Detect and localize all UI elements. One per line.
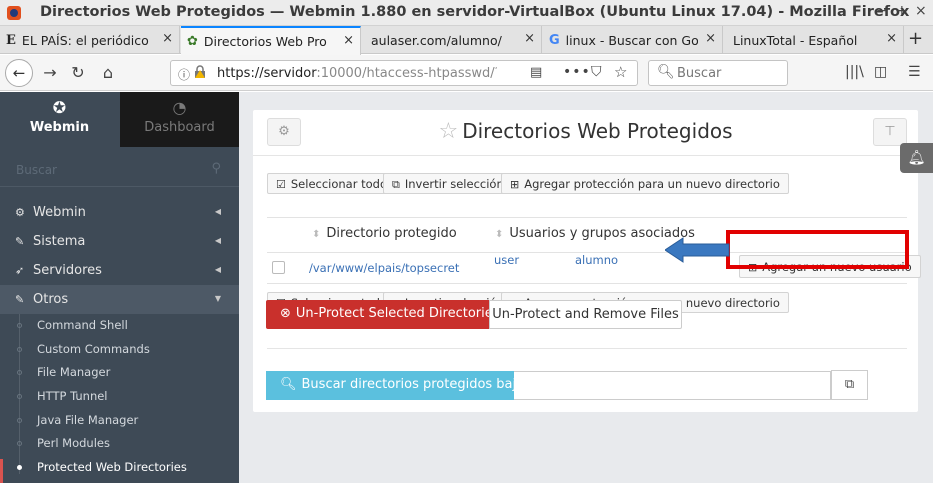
tab-close-icon[interactable]: × (705, 31, 716, 46)
new-tab-button[interactable]: + (908, 28, 923, 49)
sidebar-item-java-file-manager[interactable]: Java File Manager (0, 409, 239, 433)
sort-icon: ⬍ (312, 229, 321, 240)
user-link[interactable]: user (494, 253, 519, 267)
sidebar-submenu: Command Shell Custom Commands File Manag… (0, 314, 239, 480)
reload-button[interactable]: ↻ (66, 61, 90, 85)
tab-close-icon[interactable]: × (162, 31, 173, 46)
tab-label: Directorios Web Pro (203, 34, 327, 49)
sidebar-tab-webmin[interactable]: ✪ Webmin (0, 92, 119, 147)
webmin-favicon-icon: ✿ (187, 34, 198, 49)
gear-icon: ⚙ (15, 206, 25, 219)
search-icon: ⚲ (211, 161, 221, 176)
external-link-icon: ⧉ (392, 178, 400, 191)
navigation-bar: ← → ↻ ⌂ ⓘ https://servidor:10000/htacces… (0, 55, 933, 91)
tab-label: aulaser.com/alumno/ (371, 32, 502, 48)
caret-left-icon: ◀ (214, 207, 221, 216)
minimize-button[interactable]: − (876, 3, 888, 19)
insecure-lock-icon[interactable] (194, 65, 206, 79)
browser-tab-linuxtotal[interactable]: LinuxTotal - Español × (724, 26, 904, 54)
rocket-icon: ➶ (15, 264, 25, 277)
elpais-favicon-icon: E (6, 32, 16, 48)
row-checkbox[interactable] (272, 261, 285, 274)
hamburger-menu-icon[interactable]: ☰ (908, 64, 921, 80)
tab-close-icon[interactable]: × (886, 31, 897, 46)
sidebar-category-otros[interactable]: ✎ Otros ▼ (0, 285, 239, 314)
bell-icon[interactable]: 🔔︎ (900, 143, 933, 173)
directory-link[interactable]: /var/www/elpais/topsecret (309, 261, 459, 275)
tab-label: LinuxTotal - Español (733, 32, 858, 48)
annotation-highlight-box (726, 230, 909, 269)
find-directories-input[interactable] (514, 371, 831, 400)
page-actions-icon[interactable]: ••• (563, 64, 591, 80)
search-input[interactable]: 🔍︎ Buscar (648, 60, 788, 86)
sidebar-item-file-manager[interactable]: File Manager (0, 361, 239, 385)
window-title: Directorios Web Protegidos — Webmin 1.88… (40, 4, 910, 20)
tab-close-icon[interactable]: × (343, 33, 354, 48)
sidebar-item-protected-web-directories[interactable]: Protected Web Directories (0, 456, 239, 480)
sidebar-search-input[interactable]: Buscar ⚲ (0, 153, 239, 187)
webmin-logo-icon: ✪ (52, 98, 67, 117)
dashboard-gauge-icon: ◔ (172, 98, 187, 117)
check-square-icon: ☑ (276, 178, 286, 191)
site-info-icon[interactable]: ⓘ (178, 66, 190, 83)
sidebar-category-webmin[interactable]: ⚙ Webmin ◀ (0, 198, 239, 227)
library-icon[interactable]: |||\ (845, 64, 864, 80)
search-icon: 🔍︎ (280, 377, 297, 392)
select-all-button[interactable]: ☑ Seleccionar todo (267, 173, 396, 194)
unprotect-remove-button[interactable]: Un-Protect and Remove Files (489, 300, 682, 329)
times-circle-icon: ⊗ (280, 306, 291, 321)
wrench-icon: ✎ (15, 293, 25, 306)
page-title: ☆ Directorios Web Protegidos (438, 119, 733, 144)
caret-left-icon: ◀ (214, 265, 221, 274)
main-content: ⚙ ☆ Directorios Web Protegidos ⊤ ☑ Selecci… (239, 92, 933, 483)
invert-selection-button[interactable]: ⧉ Invertir selección (383, 173, 513, 194)
reader-view-icon[interactable]: ▤ (530, 65, 542, 80)
annotation-arrow-icon (665, 237, 730, 263)
unprotect-selected-button[interactable]: ⊗ Un-Protect Selected Directories (266, 300, 500, 329)
wrench-icon: ✎ (15, 235, 25, 248)
sidebar-tab-dashboard[interactable]: ◔ Dashboard (120, 92, 239, 147)
webmin-sidebar: ✪ Webmin ◔ Dashboard Buscar ⚲ ⚙ Webmin ◀ … (0, 92, 239, 483)
active-item-marker (0, 459, 3, 483)
sidebar-category-sistema[interactable]: ✎ Sistema ◀ (0, 227, 239, 256)
maximize-button[interactable]: + (896, 3, 908, 19)
add-protection-button[interactable]: ⊞ Agregar protección para un nuevo direct… (501, 173, 789, 194)
plus-square-icon: ⊞ (510, 178, 520, 191)
sidebar-item-command-shell[interactable]: Command Shell (0, 314, 239, 338)
firefox-icon (7, 6, 21, 20)
find-directories-button[interactable]: 🔍︎ Buscar directorios protegidos bajo: (266, 371, 528, 400)
sidebar-category-servidores[interactable]: ➶ Servidores ◀ (0, 256, 239, 285)
favorite-star-icon[interactable]: ☆ (438, 119, 458, 144)
home-button[interactable]: ⌂ (96, 61, 120, 85)
sidebar-item-custom-commands[interactable]: Custom Commands (0, 338, 239, 362)
sort-icon: ⬍ (495, 229, 504, 240)
browser-tab-webmin[interactable]: ✿ Directorios Web Pro × (181, 26, 361, 55)
filter-button[interactable]: ⊤ (873, 118, 907, 146)
column-header-directory[interactable]: ⬍ Directorio protegido (312, 226, 457, 241)
browser-tab-aulaser[interactable]: aulaser.com/alumno/ × (362, 26, 542, 54)
tab-label: EL PAÍS: el periódico (21, 32, 149, 48)
caret-down-icon: ▼ (214, 294, 221, 303)
window-title-bar: Directorios Web Protegidos — Webmin 1.88… (0, 0, 933, 26)
group-link[interactable]: alumno (575, 253, 618, 267)
file-chooser-button[interactable]: ⧉ (831, 370, 868, 400)
address-bar[interactable]: ⓘ https://servidor:10000/htaccess-htpass… (170, 60, 638, 86)
url-text[interactable]: https://servidor:10000/htaccess-htpasswd… (217, 66, 497, 81)
search-icon: 🔍︎ (657, 64, 675, 80)
tab-bar: E EL PAÍS: el periódico × ✿ Directorios … (0, 26, 933, 55)
pocket-icon[interactable]: ⛉ (591, 64, 602, 80)
sidebar-item-http-tunnel[interactable]: HTTP Tunnel (0, 385, 239, 409)
google-favicon-icon: G (549, 32, 560, 48)
sidebar-item-perl-modules[interactable]: Perl Modules (0, 432, 239, 456)
caret-left-icon: ◀ (214, 236, 221, 245)
browser-tab-elpais[interactable]: E EL PAÍS: el periódico × (0, 26, 180, 54)
back-button[interactable]: ← (5, 59, 33, 87)
tab-label: linux - Buscar con Go (565, 32, 698, 48)
sidebar-toggle-icon[interactable]: ◫ (874, 64, 887, 80)
tab-close-icon[interactable]: × (524, 31, 535, 46)
forward-button[interactable]: → (38, 61, 62, 85)
browser-tab-google[interactable]: G linux - Buscar con Go × (543, 26, 723, 54)
bookmark-star-icon[interactable]: ☆ (614, 63, 627, 81)
close-window-button[interactable]: × (915, 3, 927, 19)
